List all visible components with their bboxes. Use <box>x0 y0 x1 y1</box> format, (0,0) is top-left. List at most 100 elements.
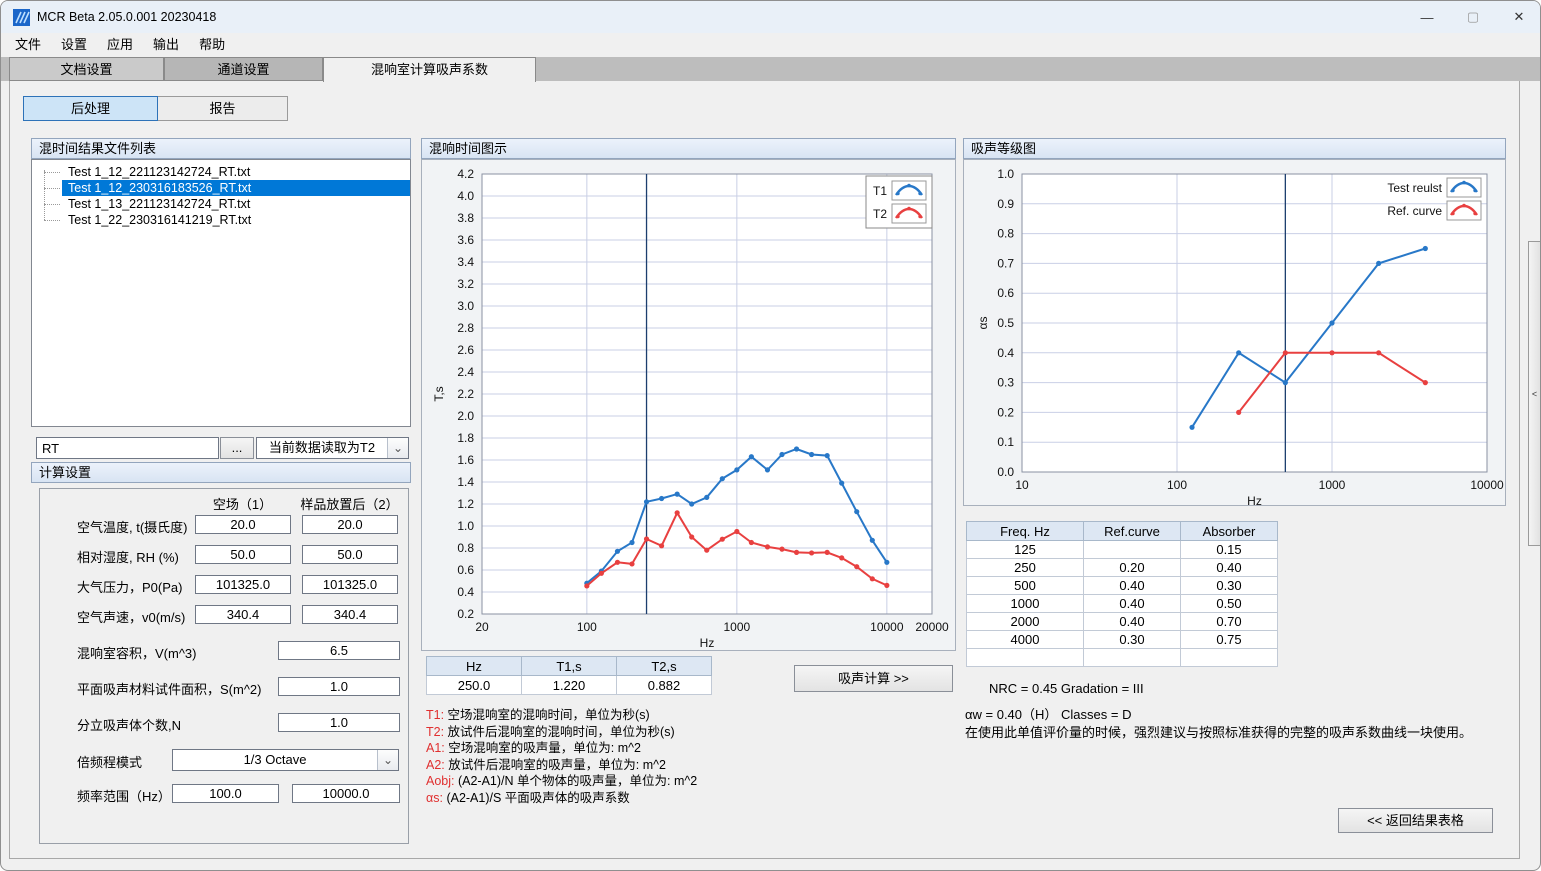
chevron-down-icon[interactable]: ⌄ <box>387 438 408 458</box>
svg-text:100: 100 <box>577 620 597 634</box>
close-button[interactable]: ✕ <box>1496 1 1541 33</box>
table-row[interactable]: 40000.300.75 <box>967 631 1278 649</box>
sample-area-field[interactable] <box>278 677 400 696</box>
svg-text:1.2: 1.2 <box>457 497 474 511</box>
humidity-field-2[interactable] <box>302 545 398 564</box>
table-row[interactable] <box>967 649 1278 667</box>
single-value-note: 在使用此单值评价量的时候，强烈建议与按照标准获得的完整的吸声系数曲线一块使用。 <box>965 722 1472 741</box>
pressure-field-1[interactable] <box>195 575 291 594</box>
tree-connector <box>32 204 62 205</box>
titlebar: MCR Beta 2.05.0.001 20230418 — ▢ ✕ <box>1 1 1541 33</box>
absorber-count-field[interactable] <box>278 713 400 732</box>
menu-item-3[interactable]: 输出 <box>143 34 189 56</box>
svg-text:20000: 20000 <box>915 620 949 634</box>
svg-text:Ref. curve: Ref. curve <box>1387 204 1442 218</box>
table-row[interactable]: 125 0.15 <box>967 541 1278 559</box>
subtab-postprocess[interactable]: 后处理 <box>23 96 158 121</box>
svg-text:4.2: 4.2 <box>457 167 474 181</box>
list-item[interactable]: Test 1_12_221123142724_RT.txt <box>32 164 410 180</box>
svg-text:1000: 1000 <box>1319 478 1346 492</box>
svg-text:3.4: 3.4 <box>457 255 474 269</box>
svg-text:1.0: 1.0 <box>997 167 1014 181</box>
svg-text:0.2: 0.2 <box>457 607 474 621</box>
table-row[interactable]: 5000.400.30 <box>967 577 1278 595</box>
list-item[interactable]: Test 1_12_230316183526_RT.txt <box>32 180 410 196</box>
svg-text:0.8: 0.8 <box>457 541 474 555</box>
octave-mode-label: 倍频程模式 <box>77 752 142 771</box>
annotation-line: A1: 空场混响室的吸声量，单位为: m^2 <box>426 740 966 757</box>
room-volume-field[interactable] <box>278 641 400 660</box>
table-row[interactable]: 2500.200.40 <box>967 559 1278 577</box>
rt-name-input[interactable] <box>36 437 219 459</box>
file-list-header: 混时间结果文件列表 <box>31 138 411 159</box>
svg-text:0.4: 0.4 <box>997 346 1014 360</box>
svg-text:20: 20 <box>475 620 489 634</box>
temp-label: 空气温度, t(摄氏度) <box>77 517 188 536</box>
tab-reverb-absorption[interactable]: 混响室计算吸声系数 <box>323 57 536 82</box>
svg-text:0.6: 0.6 <box>457 563 474 577</box>
rt-file-list[interactable]: Test 1_12_221123142724_RT.txtTest 1_12_2… <box>31 159 411 427</box>
svg-text:0.4: 0.4 <box>457 585 474 599</box>
svg-text:100: 100 <box>1167 478 1187 492</box>
humidity-field-1[interactable] <box>195 545 291 564</box>
svg-text:2.4: 2.4 <box>457 365 474 379</box>
tab-document-settings[interactable]: 文档设置 <box>9 57 164 81</box>
svg-text:0.0: 0.0 <box>997 465 1014 479</box>
grade-table: Freq. Hz Ref.curve Absorber 125 0.152500… <box>966 521 1278 667</box>
svg-text:αs: αs <box>976 317 990 330</box>
file-name: Test 1_22_230316141219_RT.txt <box>62 212 410 228</box>
svg-text:0.6: 0.6 <box>997 286 1014 300</box>
svg-text:2.8: 2.8 <box>457 321 474 335</box>
chevron-left-icon: < <box>1532 389 1537 399</box>
svg-text:10000: 10000 <box>870 620 904 634</box>
tabstrip: 文档设置 通道设置 混响室计算吸声系数 <box>1 57 1541 81</box>
sound-speed-field-2[interactable] <box>302 605 398 624</box>
subtab-report[interactable]: 报告 <box>157 96 288 121</box>
menubar: 文件设置应用输出帮助 <box>1 33 1541 57</box>
svg-text:0.3: 0.3 <box>997 376 1014 390</box>
chevron-down-icon[interactable]: ⌄ <box>377 750 398 770</box>
svg-text:0.2: 0.2 <box>997 405 1014 419</box>
app-window: MCR Beta 2.05.0.001 20230418 — ▢ ✕ 文件设置应… <box>0 0 1541 871</box>
minimize-button[interactable]: — <box>1404 1 1450 33</box>
data-read-value: 当前数据读取为T2 <box>257 438 387 458</box>
file-name: Test 1_13_221123142724_RT.txt <box>62 196 410 212</box>
rt-chart: 0.20.40.60.81.01.21.41.61.82.02.22.42.62… <box>421 159 956 651</box>
menu-item-0[interactable]: 文件 <box>5 34 51 56</box>
svg-text:3.0: 3.0 <box>457 299 474 313</box>
rt-chart-canvas: 0.20.40.60.81.01.21.41.61.82.02.22.42.62… <box>422 160 955 650</box>
nrc-result-text: NRC = 0.45 Gradation = III <box>989 681 1144 696</box>
list-item[interactable]: Test 1_22_230316141219_RT.txt <box>32 212 410 228</box>
freq-max-field[interactable] <box>292 784 400 803</box>
pressure-field-2[interactable] <box>302 575 398 594</box>
octave-mode-dropdown[interactable]: 1/3 Octave ⌄ <box>172 749 399 771</box>
readout-col-t2: T2,s <box>617 657 712 676</box>
calc-settings-header: 计算设置 <box>31 462 411 483</box>
grade-col-refcurve: Ref.curve <box>1084 522 1181 541</box>
back-to-results-button[interactable]: << 返回结果表格 <box>1338 808 1493 833</box>
readout-col-hz: Hz <box>427 657 522 676</box>
temp-field-2[interactable] <box>302 515 398 534</box>
sound-speed-field-1[interactable] <box>195 605 291 624</box>
rt-readout-table: Hz T1,s T2,s 250.0 1.220 0.882 <box>426 656 712 695</box>
table-row[interactable]: 20000.400.70 <box>967 613 1278 631</box>
svg-text:1000: 1000 <box>723 620 750 634</box>
freq-min-field[interactable] <box>172 784 279 803</box>
svg-text:10: 10 <box>1015 478 1029 492</box>
maximize-button[interactable]: ▢ <box>1450 1 1496 33</box>
table-row[interactable]: 10000.400.50 <box>967 595 1278 613</box>
temp-field-1[interactable] <box>195 515 291 534</box>
svg-text:1.8: 1.8 <box>457 431 474 445</box>
menu-item-1[interactable]: 设置 <box>51 34 97 56</box>
absorption-calc-button[interactable]: 吸声计算 >> <box>794 665 953 692</box>
menu-item-2[interactable]: 应用 <box>97 34 143 56</box>
svg-text:3.8: 3.8 <box>457 211 474 225</box>
svg-text:Test reulst: Test reulst <box>1387 181 1442 195</box>
grade-col-absorber: Absorber <box>1181 522 1278 541</box>
panel-collapse-handle[interactable]: < <box>1528 241 1541 546</box>
list-item[interactable]: Test 1_13_221123142724_RT.txt <box>32 196 410 212</box>
data-read-dropdown[interactable]: 当前数据读取为T2 ⌄ <box>256 437 409 459</box>
tab-channel-settings[interactable]: 通道设置 <box>164 57 323 81</box>
menu-item-4[interactable]: 帮助 <box>189 34 235 56</box>
browse-button[interactable]: ... <box>220 437 254 459</box>
